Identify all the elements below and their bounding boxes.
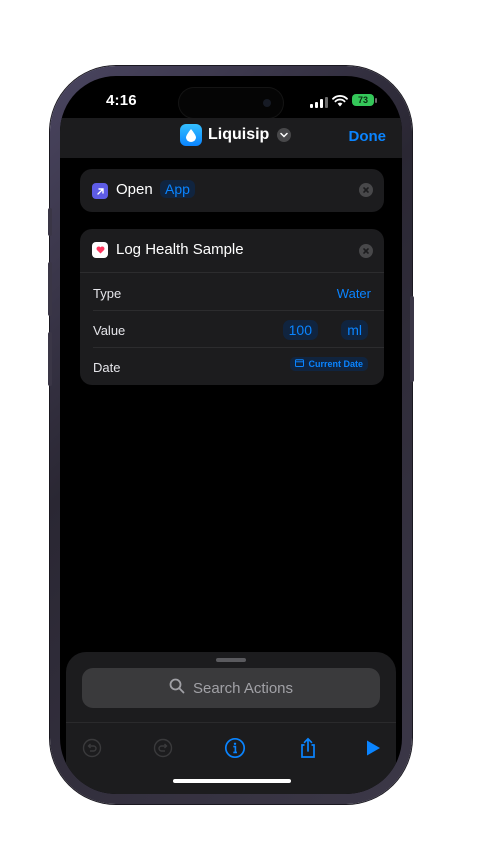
info-icon[interactable] (223, 736, 247, 760)
phone-screen: 4:16 73 Liquisip Done Open App Log Healt… (60, 76, 402, 794)
action-title: Open (116, 181, 153, 198)
volume-up-button (48, 262, 52, 316)
type-value[interactable]: Water (337, 286, 371, 301)
home-indicator (173, 779, 291, 783)
water-drop-icon (180, 124, 202, 146)
search-actions-field[interactable]: Search Actions (82, 668, 380, 708)
divider (80, 272, 384, 273)
sheet-grabber[interactable] (216, 658, 246, 662)
date-value-text: Current Date (308, 359, 363, 369)
play-icon[interactable] (361, 736, 385, 760)
chevron-down-icon (277, 128, 292, 142)
heart-icon (92, 242, 108, 258)
action-card-log-health-sample[interactable]: Log Health Sample Type Water Value 100 m… (80, 229, 384, 385)
search-placeholder: Search Actions (192, 679, 294, 697)
battery-icon: 73 (352, 94, 374, 106)
undo-icon[interactable] (80, 736, 104, 760)
date-label: Date (93, 360, 121, 375)
redo-icon[interactable] (151, 736, 175, 760)
app-parameter[interactable]: App (160, 180, 195, 198)
cellular-signal-icon (310, 96, 328, 108)
search-icon (169, 678, 185, 698)
remove-action-button[interactable] (359, 244, 373, 258)
action-title: Log Health Sample (116, 241, 244, 258)
shortcut-title: Liquisip (208, 126, 270, 143)
front-camera (263, 99, 271, 107)
value-label: Value (93, 323, 126, 338)
share-icon[interactable] (296, 736, 320, 760)
divider (66, 722, 396, 723)
done-button[interactable]: Done (349, 128, 387, 145)
divider (93, 347, 384, 348)
arrow-up-right-icon (92, 183, 108, 199)
divider (93, 310, 384, 311)
volume-down-button (48, 332, 52, 386)
value-unit[interactable]: ml (341, 320, 368, 340)
battery-tip (375, 98, 377, 103)
remove-action-button[interactable] (359, 183, 373, 197)
status-time: 4:16 (106, 92, 137, 109)
power-button (410, 296, 414, 382)
calendar-icon (295, 359, 305, 369)
action-card-open[interactable]: Open App (80, 169, 384, 212)
value-amount[interactable]: 100 (282, 320, 318, 340)
actions-bottom-sheet: Search Actions (66, 652, 396, 794)
action-button (48, 208, 52, 236)
battery-level: 73 (357, 95, 368, 105)
type-label: Type (93, 286, 122, 301)
navigation-bar: Liquisip Done (60, 118, 402, 158)
dynamic-island (179, 88, 283, 118)
shortcut-title-menu[interactable]: Liquisip (180, 124, 292, 146)
wifi-icon (332, 94, 348, 112)
date-value[interactable]: Current Date (290, 357, 368, 371)
